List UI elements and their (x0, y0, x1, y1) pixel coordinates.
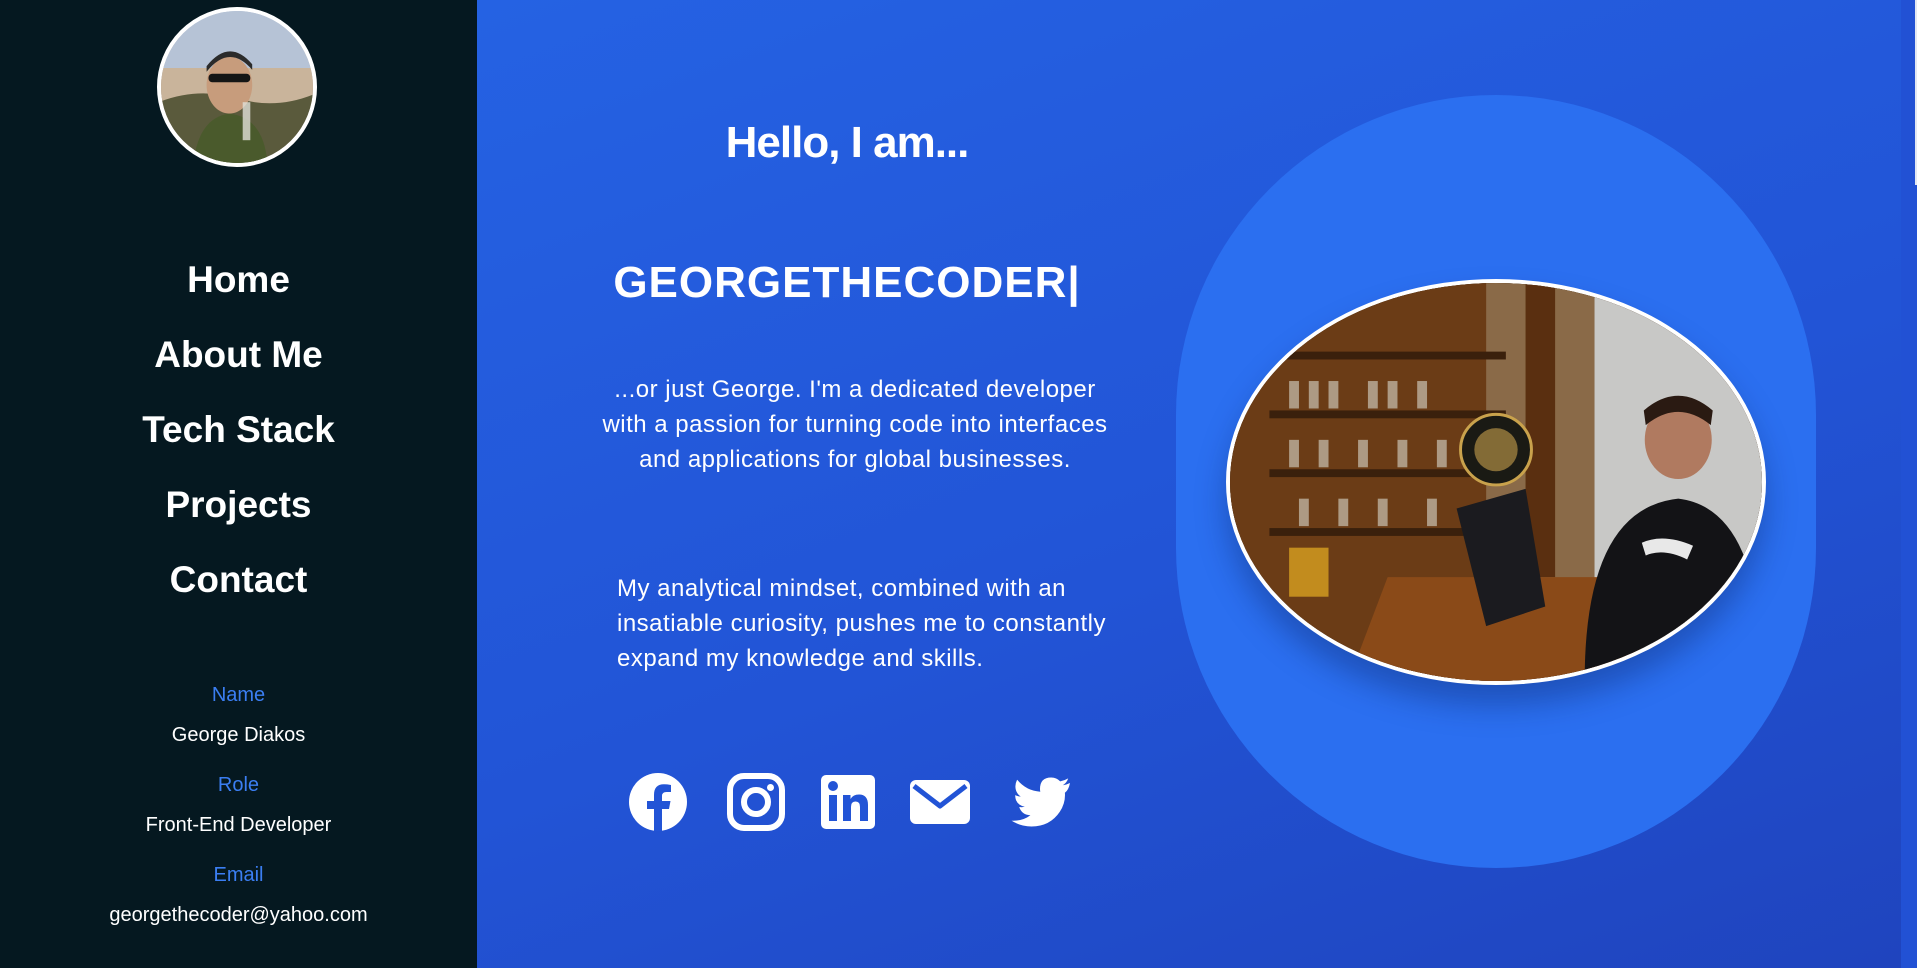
nav-item-tech-stack[interactable]: Tech Stack (0, 397, 477, 472)
name-label: Name (211, 684, 266, 706)
profile-info: Name George Diakos Role Front-End Develo… (0, 683, 477, 953)
email-label: Email (213, 864, 264, 886)
role-value: Front-End Developer (145, 814, 332, 836)
twitter-icon[interactable] (1010, 770, 1074, 834)
social-links (620, 770, 1080, 834)
nav-item-home[interactable]: Home (0, 247, 477, 322)
email-value[interactable]: georgethecoder@yahoo.com (0, 903, 477, 953)
avatar-image (161, 11, 313, 163)
nav-item-projects[interactable]: Projects (0, 472, 477, 547)
avatar (157, 7, 317, 167)
greeting-heading: Hello, I am... (725, 118, 970, 167)
name-value: George Diakos (171, 724, 306, 746)
intro-paragraph: ...or just George. I'm a dedicated devel… (602, 376, 1108, 473)
instagram-icon[interactable] (724, 770, 788, 834)
role-label: Role (217, 774, 260, 796)
hero-photo (1226, 279, 1766, 685)
email-icon[interactable] (908, 770, 972, 834)
main-nav: Home About Me Tech Stack Projects Contac… (0, 247, 477, 622)
sidebar: Home About Me Tech Stack Projects Contac… (0, 0, 477, 968)
nav-item-about-me[interactable]: About Me (0, 322, 477, 397)
nav-item-contact[interactable]: Contact (0, 547, 477, 622)
linkedin-icon[interactable] (816, 770, 880, 834)
facebook-icon[interactable] (626, 770, 690, 834)
detail-paragraph: My analytical mindset, combined with an … (617, 575, 1106, 672)
handle-typing-text: GEORGETHECODER| (613, 258, 1081, 307)
hero-photo-image (1230, 283, 1762, 681)
